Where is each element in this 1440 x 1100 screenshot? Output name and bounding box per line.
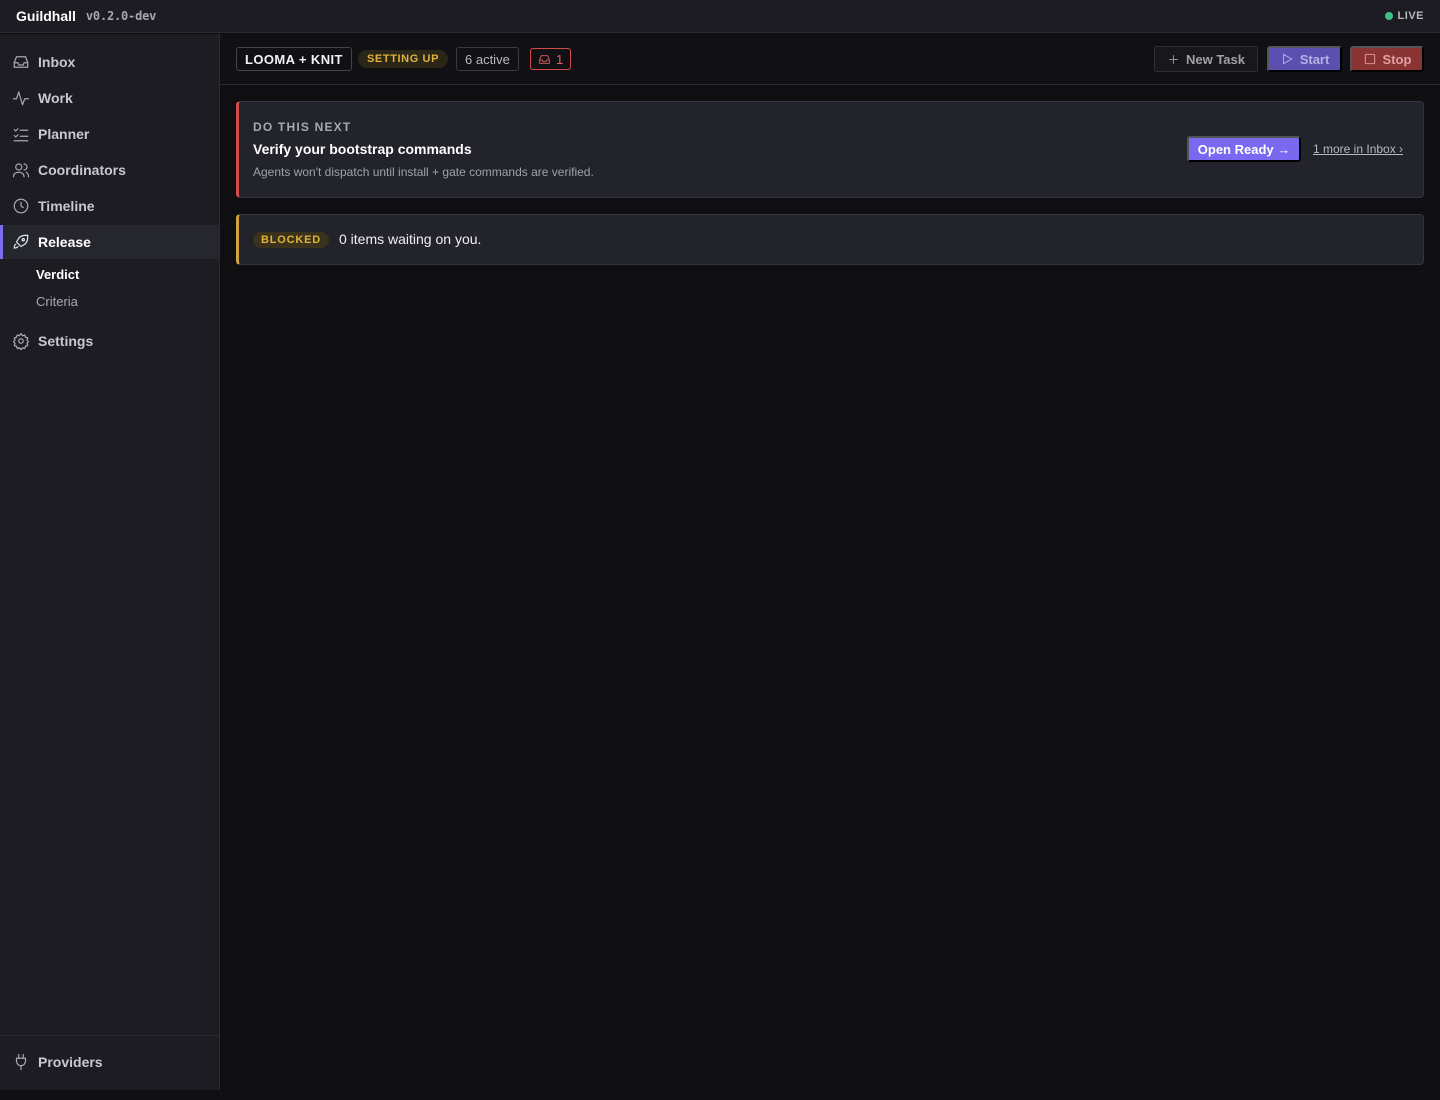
sidebar: Inbox Work Planner Coordinators Timeline… (0, 34, 220, 1090)
project-header: LOOMA + KNIT SETTING UP 6 active 1 New T… (220, 34, 1440, 85)
play-icon (1282, 53, 1293, 65)
sidebar-subitem-criteria[interactable]: Criteria (36, 294, 78, 309)
sidebar-subitem-verdict[interactable]: Verdict (36, 267, 79, 282)
live-dot-icon (1384, 12, 1393, 20)
active-count-badge[interactable]: 6 active (456, 47, 519, 71)
next-action-label: DO THIS NEXT (253, 120, 352, 134)
new-task-label: New Task (1185, 51, 1245, 67)
sidebar-item-planner[interactable]: Planner (0, 117, 219, 151)
users-icon (12, 163, 30, 178)
sidebar-item-label: Work (38, 90, 73, 106)
sidebar-item-coordinators[interactable]: Coordinators (0, 153, 219, 187)
activity-icon (12, 91, 30, 106)
rocket-icon (13, 234, 29, 249)
next-action-description: Agents won't dispatch until install + ga… (253, 165, 594, 179)
app-version: v0.2.0-dev (85, 9, 157, 23)
inbox-icon (539, 54, 550, 64)
sidebar-item-label: Coordinators (38, 162, 126, 178)
live-label: LIVE (1397, 10, 1424, 22)
sidebar-item-label: Providers (38, 1054, 103, 1070)
status-badge: SETTING UP (358, 50, 449, 68)
next-action-card: DO THIS NEXT Verify your bootstrap comma… (236, 101, 1424, 198)
sidebar-item-label: Settings (38, 333, 94, 349)
live-indicator: LIVE (1384, 10, 1424, 22)
app-name: Guildhall (16, 8, 76, 24)
inbox-icon (13, 56, 29, 68)
clock-icon (13, 198, 29, 214)
next-action-title: Verify your bootstrap commands (253, 141, 472, 157)
gear-icon (12, 332, 30, 350)
start-button[interactable]: Start (1267, 46, 1342, 72)
sidebar-item-label: Timeline (38, 198, 95, 214)
sidebar-item-label: Release (38, 234, 91, 250)
blocked-text: 0 items waiting on you. (339, 231, 482, 247)
stop-label: Stop (1382, 51, 1412, 67)
blocked-badge: BLOCKED (253, 232, 329, 248)
list-checks-icon (13, 128, 29, 142)
sidebar-item-work[interactable]: Work (0, 81, 219, 115)
stop-button[interactable]: Stop (1350, 46, 1424, 72)
sidebar-item-label: Planner (38, 126, 90, 142)
stop-icon (1364, 53, 1375, 65)
open-ready-button[interactable]: Open Ready → (1187, 136, 1301, 162)
sidebar-item-label: Inbox (38, 54, 76, 70)
start-label: Start (1299, 51, 1330, 67)
new-task-button[interactable]: New Task (1154, 46, 1258, 72)
sidebar-item-timeline[interactable]: Timeline (0, 189, 219, 223)
sidebar-item-providers[interactable]: Providers (0, 1045, 219, 1079)
plus-icon (1169, 54, 1178, 64)
inbox-count: 1 (556, 51, 564, 67)
project-name[interactable]: LOOMA + KNIT (236, 47, 352, 71)
more-in-inbox-link[interactable]: 1 more in Inbox › (1313, 142, 1403, 156)
plug-icon (15, 1053, 27, 1071)
blocked-card: BLOCKED 0 items waiting on you. (236, 214, 1424, 265)
sidebar-item-release[interactable]: Release (0, 225, 219, 259)
sidebar-item-settings[interactable]: Settings (0, 324, 219, 358)
top-bar: Guildhall v0.2.0-dev LIVE (0, 0, 1440, 33)
inbox-count-badge[interactable]: 1 (530, 48, 572, 70)
sidebar-footer: Providers (0, 1035, 219, 1090)
sidebar-item-inbox[interactable]: Inbox (0, 45, 219, 79)
